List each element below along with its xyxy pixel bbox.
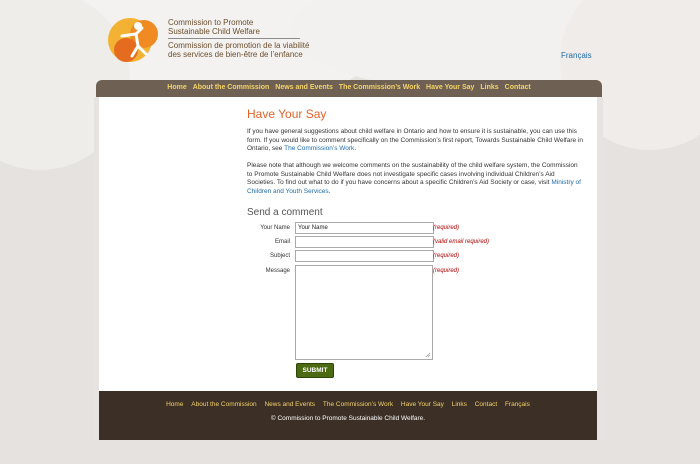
- email-required-note: (valid email required): [433, 239, 490, 245]
- intro-paragraph: If you have general suggestions about ch…: [247, 128, 583, 154]
- subject-label: Subject: [269, 253, 290, 259]
- email-field[interactable]: [295, 236, 434, 248]
- footer-link-about[interactable]: About the Commission: [191, 401, 256, 408]
- footer-link-home[interactable]: Home: [166, 401, 183, 408]
- main-nav: Home About the Commission News and Event…: [96, 80, 602, 97]
- footer-link-work[interactable]: The Commission’s Work: [323, 401, 393, 408]
- notice-end: .: [328, 187, 331, 195]
- page-edge-right: [597, 97, 603, 440]
- footer-link-have-your-say[interactable]: Have Your Say: [401, 401, 444, 408]
- logo-text-english: Commission to Promote Sustainable Child …: [168, 18, 260, 36]
- page-title: Have Your Say: [247, 107, 327, 121]
- resize-handle-icon[interactable]: [425, 352, 431, 358]
- name-field[interactable]: Your Name: [295, 222, 434, 234]
- site-footer: Home About the Commission News and Event…: [99, 391, 597, 440]
- logo-divider: [168, 38, 300, 39]
- nav-item-contact[interactable]: Contact: [505, 84, 531, 91]
- nav-item-about[interactable]: About the Commission: [193, 84, 270, 91]
- notice-paragraph: Please note that although we welcome com…: [247, 162, 583, 196]
- footer-link-contact[interactable]: Contact: [475, 401, 497, 408]
- subject-field[interactable]: [295, 250, 434, 262]
- footer-link-francais[interactable]: Français: [505, 401, 530, 408]
- copyright-text: © Commission to Promote Sustainable Chil…: [270, 415, 426, 422]
- logo-text-french: Commission de promotion de la viabilité …: [168, 41, 309, 59]
- intro-end: .: [354, 145, 357, 152]
- send-comment-heading: Send a comment: [247, 207, 323, 218]
- nav-item-work[interactable]: The Commission’s Work: [339, 84, 420, 91]
- logo-en-line2: Sustainable Child Welfare: [168, 27, 260, 36]
- site-header: Commission to Promote Sustainable Child …: [0, 0, 700, 82]
- footer-link-links[interactable]: Links: [452, 401, 467, 408]
- name-label: Your Name: [260, 225, 290, 231]
- logo-fr-line1: Commission de promotion de la viabilité: [168, 41, 310, 50]
- commission-work-link[interactable]: The Commission’s Work: [284, 145, 354, 152]
- notice-text: Please note that although we welcome com…: [247, 162, 578, 186]
- nav-item-news[interactable]: News and Events: [275, 84, 333, 91]
- name-required-note: (required): [433, 225, 460, 231]
- language-link-francais[interactable]: Français: [561, 51, 592, 60]
- nav-item-have-your-say[interactable]: Have Your Say: [426, 84, 474, 91]
- nav-item-home[interactable]: Home: [167, 84, 186, 91]
- subject-required-note: (required): [433, 253, 460, 259]
- logo-en-line1: Commission to Promote: [168, 18, 254, 27]
- nav-item-links[interactable]: Links: [480, 84, 498, 91]
- message-textarea[interactable]: [295, 265, 433, 360]
- footer-link-news[interactable]: News and Events: [264, 401, 315, 408]
- message-label: Message: [265, 268, 290, 274]
- logo-fr-line2: des services de bien-être de l’enfance: [168, 50, 303, 59]
- submit-button[interactable]: SUBMIT: [296, 363, 334, 378]
- message-required-note: (required): [433, 268, 460, 274]
- email-label: Email: [274, 239, 290, 245]
